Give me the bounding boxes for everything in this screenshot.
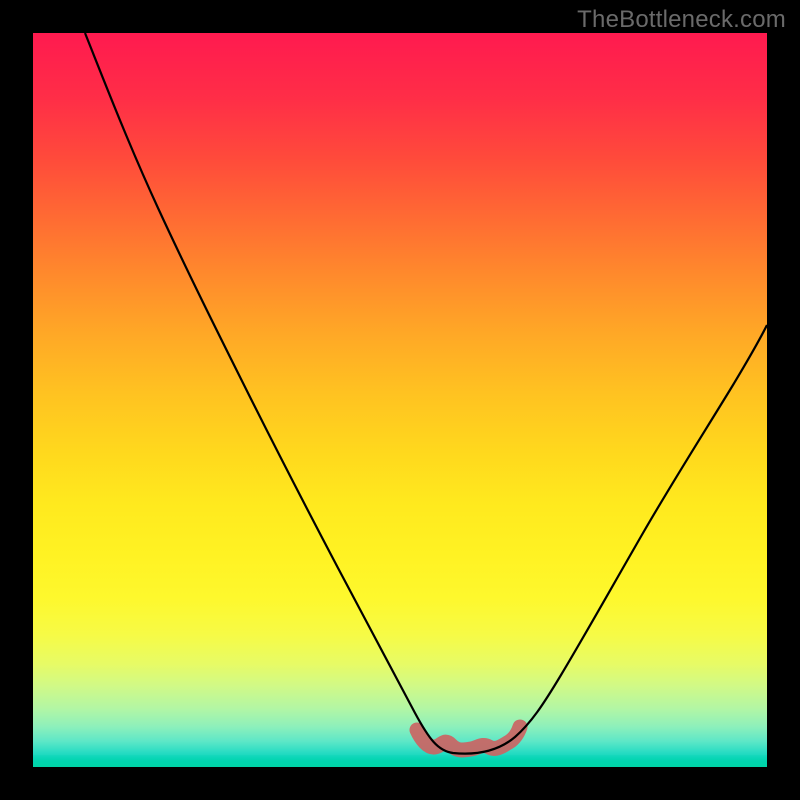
- optimal-zone-marker: [417, 727, 520, 750]
- bottleneck-curve-line: [85, 33, 767, 754]
- watermark-text: TheBottleneck.com: [577, 6, 786, 34]
- chart-frame: TheBottleneck.com: [0, 0, 800, 800]
- plot-area: [33, 33, 767, 767]
- curve-svg: [33, 33, 767, 767]
